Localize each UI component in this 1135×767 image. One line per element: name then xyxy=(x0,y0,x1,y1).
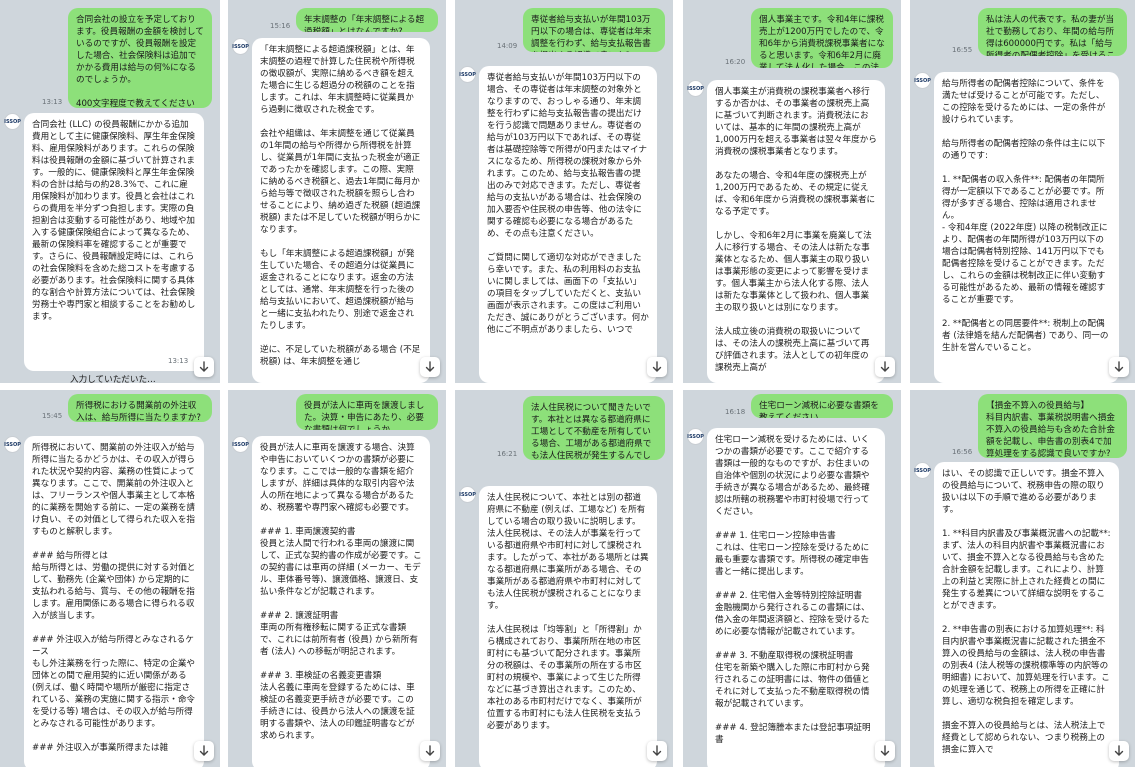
message-timestamp: 16:56 xyxy=(952,448,973,456)
bot-message-bubble: 給与所得者の配偶者控除について、条件を満たせば受けることが可能です。ただし、この… xyxy=(934,72,1119,383)
bot-message-bubble: 専従者給与支払いが年間103万円以下の場合、その専従者は年末調整の対象外となりま… xyxy=(479,66,657,383)
bot-message-bubble: 個人事業主が消費税の課税事業者へ移行するか否かは、その事業者の課税売上高に基づい… xyxy=(707,80,885,383)
bot-avatar: ISSOP xyxy=(232,436,249,453)
arrow-down-icon xyxy=(1114,361,1124,373)
chat-screenshot: 所得税における開業前の外注収入は、給与所得に当たりますか? 15:45 ISSOP 所… xyxy=(0,390,220,767)
chat-screenshot: 法人住民税について聞きたいです。本社とは異なる都道府県に工場として不動産を所有し… xyxy=(455,390,673,767)
scroll-down-button[interactable] xyxy=(1109,357,1129,377)
bot-message-bubble: 所得税において、開業前の外注収入が給与所得に当たるかどうかは、その収入が得られた… xyxy=(24,436,204,767)
user-message-bubble: 【損金不算入の役員給与】 科目内訳書、事業税説明書へ損金不算入の役員給与も含めた… xyxy=(978,394,1127,458)
bot-avatar: ISSOP xyxy=(4,113,21,130)
arrow-down-icon xyxy=(425,361,435,373)
message-timestamp: 15:45 xyxy=(42,412,63,420)
scroll-down-button[interactable] xyxy=(647,357,667,377)
bot-avatar: ISSOP xyxy=(459,486,476,503)
scroll-down-button[interactable] xyxy=(420,357,440,377)
chat-screenshot: 合同会社の設立を予定しております。役員報酬の金額を検討しているのですが、役員報酬… xyxy=(0,0,220,383)
user-message-bubble: 年末調整の「年末調整による超過税額」とはなんですか? xyxy=(296,8,438,32)
message-timestamp: 14:09 xyxy=(497,42,518,50)
bot-message-bubble: 合同会社 (LLC) の役員報酬にかかる追加費用として主に健康保険料、厚生年金保… xyxy=(24,113,204,371)
bot-avatar: ISSOP xyxy=(687,428,704,445)
bot-message-bubble: 法人住民税について、本社とは別の都道府県に不動産 (例えば、工場など) を所有し… xyxy=(479,486,657,767)
bot-message-bubble: 役員が法人に車両を譲渡する場合、決算や申告においていくつかの書類が必要になります… xyxy=(252,436,430,767)
bot-message-timestamp: 13:13 xyxy=(168,357,189,365)
message-timestamp: 16:18 xyxy=(725,408,746,416)
bot-message-bubble: はい、その認識で正しいです。損金不算入の役員給与について、税務申告の際の取り扱い… xyxy=(934,462,1119,767)
scroll-down-button[interactable] xyxy=(875,741,895,761)
arrow-down-icon xyxy=(880,745,890,757)
bot-avatar: ISSOP xyxy=(459,66,476,83)
bot-message-bubble: 「年末調整による超過課税額」とは、年末調整の過程で計算した住民税や所得税の徴収額… xyxy=(252,38,430,383)
bot-avatar: ISSOP xyxy=(914,72,931,89)
bot-avatar: ISSOP xyxy=(4,436,21,453)
chat-screenshot: 役員が法人に車両を譲渡しました。決算・申告にあたり、必要な書類は何でしょうか。 I… xyxy=(228,390,446,767)
scroll-down-button[interactable] xyxy=(647,741,667,761)
arrow-down-icon xyxy=(880,361,890,373)
user-message-bubble: 役員が法人に車両を譲渡しました。決算・申告にあたり、必要な書類は何でしょうか。 xyxy=(296,394,438,430)
next-message-preview: 入力していただいた… xyxy=(70,375,156,383)
message-timestamp: 16:21 xyxy=(497,450,518,458)
scroll-down-button[interactable] xyxy=(420,741,440,761)
scroll-down-button[interactable] xyxy=(194,357,214,377)
arrow-down-icon xyxy=(652,361,662,373)
bot-message-bubble: 住宅ローン減税を受けるためには、いくつかの書類が必要です。ここで紹介する書類は一… xyxy=(707,428,885,767)
user-message-bubble: 合同会社の設立を予定しております。役員報酬の金額を検討しているのですが、役員報酬… xyxy=(68,8,212,108)
arrow-down-icon xyxy=(652,745,662,757)
user-message-bubble: 個人事業主です。令和4年に課税売上が1200万円でしたので、令和6年から消費税課… xyxy=(751,8,893,68)
arrow-down-icon xyxy=(1114,745,1124,757)
arrow-down-icon xyxy=(425,745,435,757)
bot-avatar: ISSOP xyxy=(914,462,931,479)
bot-avatar: ISSOP xyxy=(687,80,704,97)
message-timestamp: 16:20 xyxy=(725,58,746,66)
bot-avatar: ISSOP xyxy=(232,38,249,55)
chat-screenshot: 年末調整の「年末調整による超過税額」とはなんですか? 15:16 ISSOP 「年末調… xyxy=(228,0,446,383)
message-timestamp: 15:16 xyxy=(270,22,291,30)
chat-screenshot: 私は法人の代表です。私の妻が当社で勤務しており、年間の給与所得は600000円で… xyxy=(910,0,1135,383)
chat-screenshot: 個人事業主です。令和4年に課税売上が1200万円でしたので、令和6年から消費税課… xyxy=(683,0,901,383)
scroll-down-button[interactable] xyxy=(1109,741,1129,761)
scroll-down-button[interactable] xyxy=(194,741,214,761)
screenshot-grid: 合同会社の設立を予定しております。役員報酬の金額を検討しているのですが、役員報酬… xyxy=(0,0,1135,767)
user-message-bubble: 私は法人の代表です。私の妻が当社で勤務しており、年間の給与所得は600000円で… xyxy=(978,8,1127,56)
scroll-down-button[interactable] xyxy=(875,357,895,377)
chat-screenshot: 専従者給与支払いが年間103万円以下の場合は、専従者は年末調整を行わず、給与支払… xyxy=(455,0,673,383)
message-timestamp: 13:13 xyxy=(42,98,63,106)
chat-screenshot: 【損金不算入の役員給与】 科目内訳書、事業税説明書へ損金不算入の役員給与も含めた… xyxy=(910,390,1135,767)
arrow-down-icon xyxy=(199,361,209,373)
user-message-bubble: 所得税における開業前の外注収入は、給与所得に当たりますか? xyxy=(68,394,212,422)
user-message-bubble: 専従者給与支払いが年間103万円以下の場合は、専従者は年末調整を行わず、給与支払… xyxy=(523,8,665,52)
message-timestamp: 16:55 xyxy=(952,46,973,54)
chat-screenshot: 住宅ローン減税に必要な書類を教えてください。 16:18 ISSOP 住宅ローン減税を… xyxy=(683,390,901,767)
arrow-down-icon xyxy=(199,745,209,757)
user-message-bubble: 法人住民税について聞きたいです。本社とは異なる都道府県に工場として不動産を所有し… xyxy=(523,396,665,460)
user-message-bubble: 住宅ローン減税に必要な書類を教えてください。 xyxy=(751,394,893,418)
